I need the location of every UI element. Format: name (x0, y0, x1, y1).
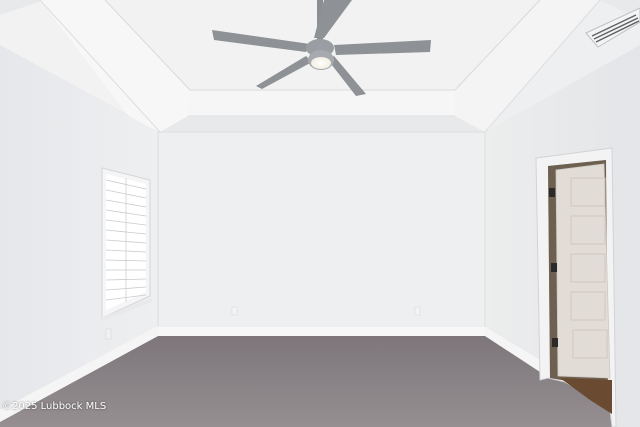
window-with-blinds (100, 167, 152, 322)
outlet-back-right (414, 306, 421, 316)
door-hinge-bottom (552, 338, 558, 347)
outlet-back-left (231, 306, 238, 316)
fan-light-bulb (311, 57, 331, 69)
tray-fascia-front (188, 90, 455, 116)
room-illustration (0, 0, 640, 427)
outlet-left-wall (105, 328, 112, 340)
watermark-text: ©2025 Lubbock MLS (2, 401, 107, 412)
door-panel (555, 163, 611, 379)
baseboard-back (158, 327, 485, 336)
back-wall (158, 132, 485, 336)
room-photo: ©2025 Lubbock MLS (0, 0, 640, 427)
door-hinge-middle (551, 263, 557, 272)
door-hinge-top (549, 188, 555, 197)
